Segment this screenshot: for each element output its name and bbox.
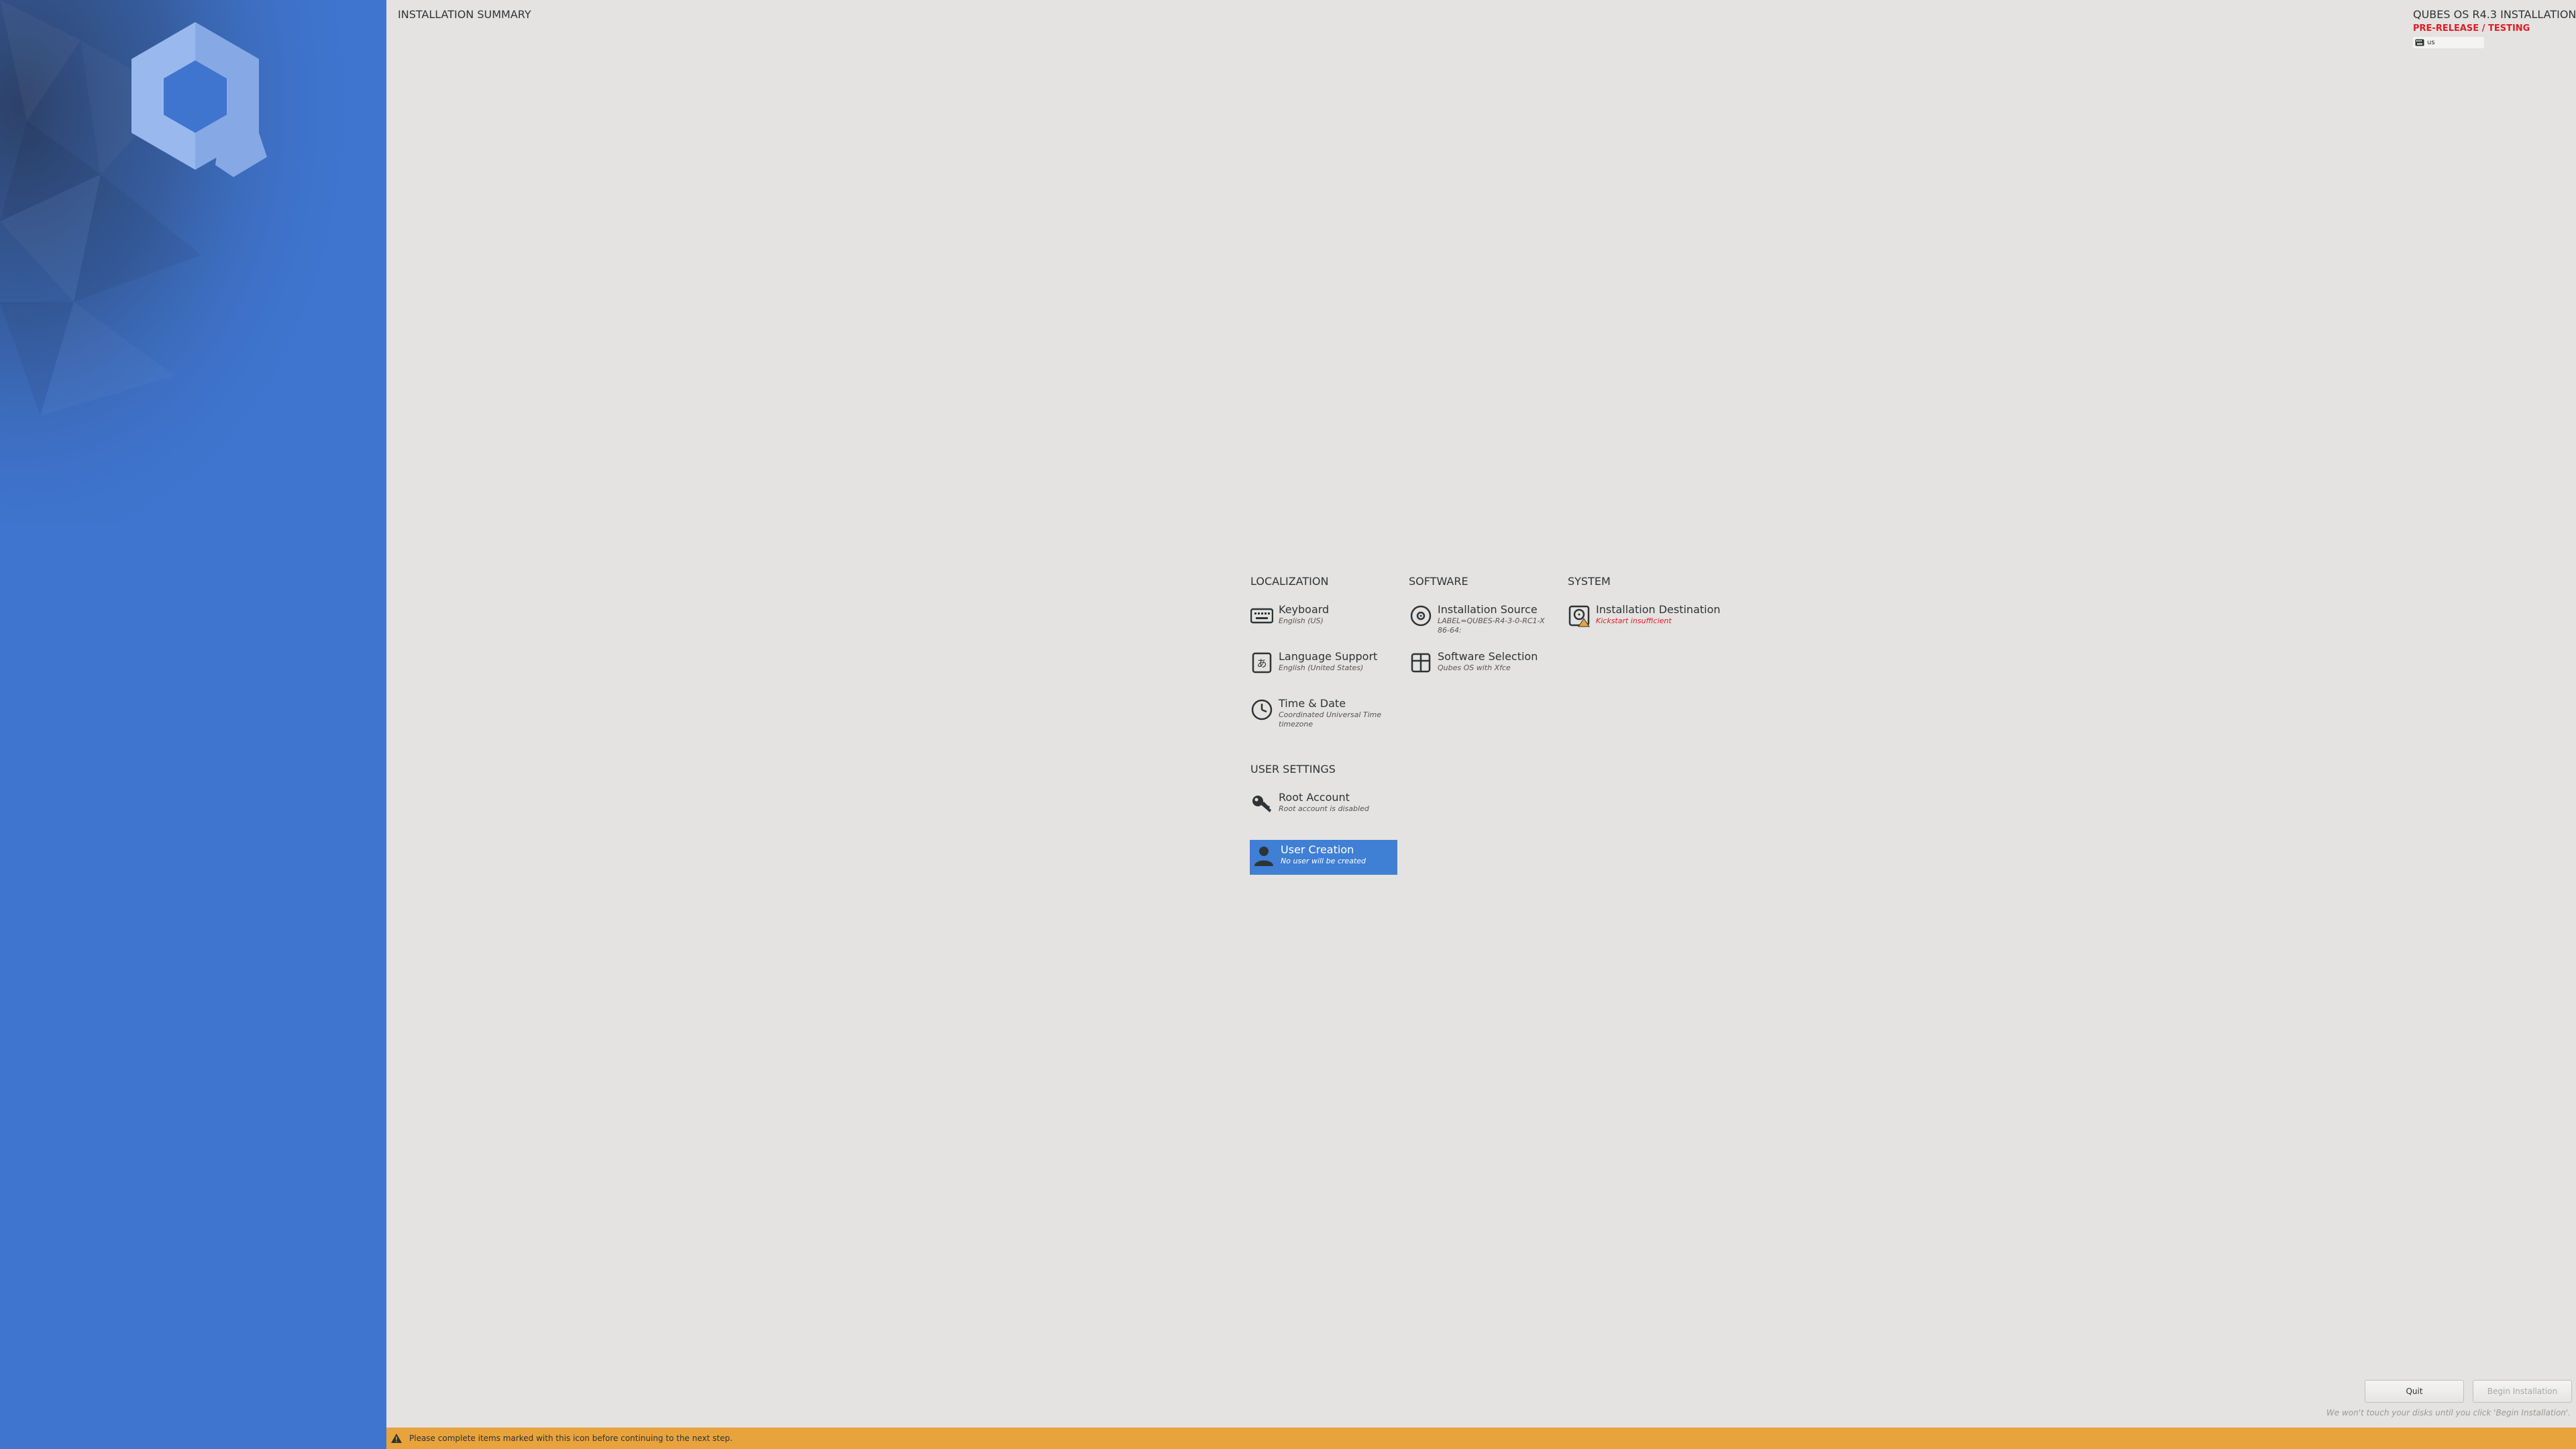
spoke-keyboard-status: English (US): [1279, 616, 1324, 625]
spoke-software-selection-status: Qubes OS with Xfce: [1438, 663, 1511, 672]
spoke-installation-source-title: Installation Source: [1438, 603, 1538, 616]
qubes-logo: [131, 22, 267, 177]
spoke-root-account-title: Root Account: [1279, 791, 1350, 804]
package-icon: [1411, 653, 1431, 673]
spoke-time-date-status: Coordinated Universal Time timezone: [1279, 710, 1382, 729]
keyboard-small-icon: [2415, 39, 2424, 46]
category-localization: LOCALIZATION: [1250, 575, 1329, 588]
keyboard-layout-code: us: [2427, 39, 2435, 46]
spoke-installation-destination-status: Kickstart insufficient: [1596, 616, 1672, 625]
quit-button[interactable]: Quit: [2365, 1380, 2464, 1403]
product-title: QUBES OS R4.3 INSTALLATION: [2413, 8, 2576, 21]
warning-bar: Please complete items marked with this i…: [386, 1428, 2576, 1449]
spoke-user-creation[interactable]: User Creation No user will be created: [1250, 840, 1397, 875]
prerelease-label: PRE-RELEASE / TESTING: [2413, 23, 2530, 34]
spoke-time-date-title: Time & Date: [1279, 697, 1346, 710]
product-info: QUBES OS R4.3 INSTALLATION PRE-RELEASE /…: [2413, 8, 2576, 48]
spoke-installation-destination-title: Installation Destination: [1596, 603, 1721, 616]
spoke-user-creation-status: No user will be created: [1281, 857, 1366, 865]
spoke-keyboard-title: Keyboard: [1279, 603, 1330, 616]
page-title: INSTALLATION SUMMARY: [398, 8, 531, 21]
sidebar: [0, 0, 386, 1449]
begin-installation-button[interactable]: Begin Installation: [2473, 1380, 2572, 1403]
category-user-settings: USER SETTINGS: [1250, 763, 1336, 775]
spoke-root-account[interactable]: Root Account Root account is disabled: [1248, 788, 1395, 824]
category-software: SOFTWARE: [1409, 575, 1468, 588]
clock-icon: [1251, 699, 1273, 720]
spoke-software-selection[interactable]: Software Selection Qubes OS with Xfce: [1407, 647, 1554, 683]
svg-text:あ: あ: [1256, 657, 1267, 669]
keyboard-icon: [1250, 608, 1273, 624]
language-icon: あ: [1252, 652, 1272, 674]
warning-text: Please complete items marked with this i…: [409, 1434, 733, 1443]
spoke-user-creation-title: User Creation: [1281, 843, 1354, 856]
spoke-installation-source[interactable]: Installation Source LABEL=QUBES-R4-3-0-R…: [1407, 600, 1554, 643]
key-icon: [1252, 796, 1271, 812]
warning-icon: [391, 1434, 402, 1443]
keyboard-layout-indicator[interactable]: us: [2413, 37, 2484, 48]
spoke-language-support[interactable]: あ Language Support English (United State…: [1248, 647, 1395, 683]
spoke-installation-source-status: LABEL=QUBES-R4-3-0-RC1-X86-64:: [1438, 616, 1545, 635]
harddisk-warning-icon: [1568, 605, 1590, 627]
spoke-root-account-status: Root account is disabled: [1279, 804, 1369, 813]
disk-note: We won't touch your disks until you clic…: [2326, 1408, 2571, 1417]
spoke-keyboard[interactable]: Keyboard English (US): [1248, 600, 1395, 636]
spoke-language-title: Language Support: [1279, 650, 1378, 663]
category-system: SYSTEM: [1568, 575, 1611, 588]
spoke-installation-destination[interactable]: Installation Destination Kickstart insuf…: [1565, 600, 1726, 636]
spoke-software-selection-title: Software Selection: [1438, 650, 1538, 663]
disc-icon: [1410, 605, 1432, 627]
spoke-language-status: English (United States): [1279, 663, 1364, 672]
user-icon: [1254, 847, 1273, 866]
spoke-time-date[interactable]: Time & Date Coordinated Universal Time t…: [1248, 694, 1395, 737]
